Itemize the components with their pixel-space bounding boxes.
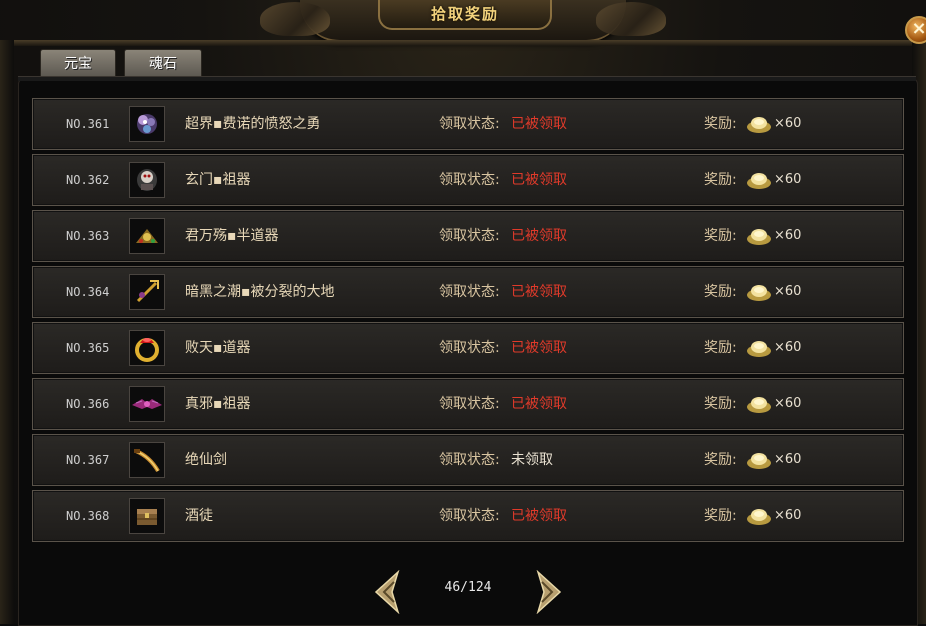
reward-label: 奖励: — [704, 172, 737, 188]
reward-amount: ×60 — [774, 508, 802, 523]
window-title: 拾取奖励 — [378, 0, 552, 30]
item-number: NO.363 — [66, 229, 110, 243]
close-button[interactable]: × — [905, 16, 926, 44]
reward-label: 奖励: — [704, 508, 737, 524]
item-name: 玄门▪祖器 — [185, 172, 251, 188]
status-value: 已被领取 — [511, 508, 567, 524]
status-label: 领取状态: — [439, 172, 500, 188]
ruby-ring-icon[interactable] — [129, 330, 165, 366]
tab-yuanbao[interactable]: 元宝 — [40, 49, 116, 78]
reward-amount: ×60 — [774, 452, 802, 467]
status-label: 领取状态: — [439, 452, 500, 468]
reward-amount: ×60 — [774, 284, 802, 299]
status-value: 已被领取 — [511, 284, 567, 300]
gold-ingot-icon — [747, 285, 771, 301]
page-indicator: 46/124 — [444, 580, 492, 595]
reward-amount: ×60 — [774, 340, 802, 355]
gold-ingot-icon — [747, 453, 771, 469]
reward-label: 奖励: — [704, 228, 737, 244]
item-name: 酒徒 — [185, 508, 213, 524]
reward-amount: ×60 — [774, 172, 802, 187]
gold-ingot-icon — [747, 117, 771, 133]
top-border — [0, 40, 926, 46]
item-number: NO.367 — [66, 453, 110, 467]
status-value: 已被领取 — [511, 228, 567, 244]
reward-amount: ×60 — [774, 228, 802, 243]
reward-amount: ×60 — [774, 396, 802, 411]
status-value: 已被领取 — [511, 340, 567, 356]
item-name: 暗黑之潮▪被分裂的大地 — [185, 284, 335, 300]
item-name: 君万殇▪半道器 — [185, 228, 279, 244]
item-number: NO.362 — [66, 173, 110, 187]
tab-hunshi[interactable]: 魂石 — [124, 49, 202, 78]
tab-bar-divider — [18, 76, 916, 81]
curved-sword-icon[interactable] — [129, 442, 165, 478]
item-name: 绝仙剑 — [185, 452, 227, 468]
status-label: 领取状态: — [439, 508, 500, 524]
reward-amount: ×60 — [774, 116, 802, 131]
golden-staff-icon[interactable] — [129, 274, 165, 310]
item-name: 败天▪道器 — [185, 340, 251, 356]
list-item: NO.363 君万殇▪半道器 领取状态: 已被领取 奖励: ×60 — [32, 210, 904, 262]
status-label: 领取状态: — [439, 116, 500, 132]
item-number: NO.365 — [66, 341, 110, 355]
list-item: NO.366 真邪▪祖器 领取状态: 已被领取 奖励: ×60 — [32, 378, 904, 430]
next-page-arrow-icon[interactable] — [534, 570, 564, 614]
item-number: NO.368 — [66, 509, 110, 523]
list-item: NO.368 酒徒 领取状态: 已被领取 奖励: ×60 — [32, 490, 904, 542]
golden-ornament-icon[interactable] — [129, 218, 165, 254]
status-label: 领取状态: — [439, 284, 500, 300]
gold-ingot-icon — [747, 509, 771, 525]
status-label: 领取状态: — [439, 396, 500, 412]
gold-ingot-icon — [747, 173, 771, 189]
status-value: 未领取 — [511, 452, 553, 468]
item-number: NO.364 — [66, 285, 110, 299]
item-number: NO.361 — [66, 117, 110, 131]
item-name: 真邪▪祖器 — [185, 396, 251, 412]
reward-label: 奖励: — [704, 452, 737, 468]
flower-ring-icon[interactable] — [129, 106, 165, 142]
list-item: NO.361 超界▪费诺的愤怒之勇 领取状态: 已被领取 奖励: ×60 — [32, 98, 904, 150]
reward-label: 奖励: — [704, 284, 737, 300]
reward-label: 奖励: — [704, 116, 737, 132]
gold-ingot-icon — [747, 229, 771, 245]
status-value: 已被领取 — [511, 116, 567, 132]
left-border — [0, 40, 14, 624]
status-label: 领取状态: — [439, 340, 500, 356]
list-item: NO.367 绝仙剑 领取状态: 未领取 奖励: ×60 — [32, 434, 904, 486]
prev-page-arrow-icon[interactable] — [372, 570, 402, 614]
status-value: 已被领取 — [511, 172, 567, 188]
gold-ingot-icon — [747, 397, 771, 413]
skull-armor-icon[interactable] — [129, 162, 165, 198]
chest-icon[interactable] — [129, 498, 165, 534]
reward-label: 奖励: — [704, 340, 737, 356]
winged-crown-icon[interactable] — [129, 386, 165, 422]
reward-label: 奖励: — [704, 396, 737, 412]
list-item: NO.365 败天▪道器 领取状态: 已被领取 奖励: ×60 — [32, 322, 904, 374]
status-value: 已被领取 — [511, 396, 567, 412]
list-item: NO.362 玄门▪祖器 领取状态: 已被领取 奖励: ×60 — [32, 154, 904, 206]
item-number: NO.366 — [66, 397, 110, 411]
reward-window: 拾取奖励 × 元宝 魂石 NO.361 超界▪费诺的愤怒之勇 领取状态: 已被领… — [0, 0, 926, 626]
list-item: NO.364 暗黑之潮▪被分裂的大地 领取状态: 已被领取 奖励: ×60 — [32, 266, 904, 318]
gold-ingot-icon — [747, 341, 771, 357]
item-name: 超界▪费诺的愤怒之勇 — [185, 116, 321, 132]
status-label: 领取状态: — [439, 228, 500, 244]
